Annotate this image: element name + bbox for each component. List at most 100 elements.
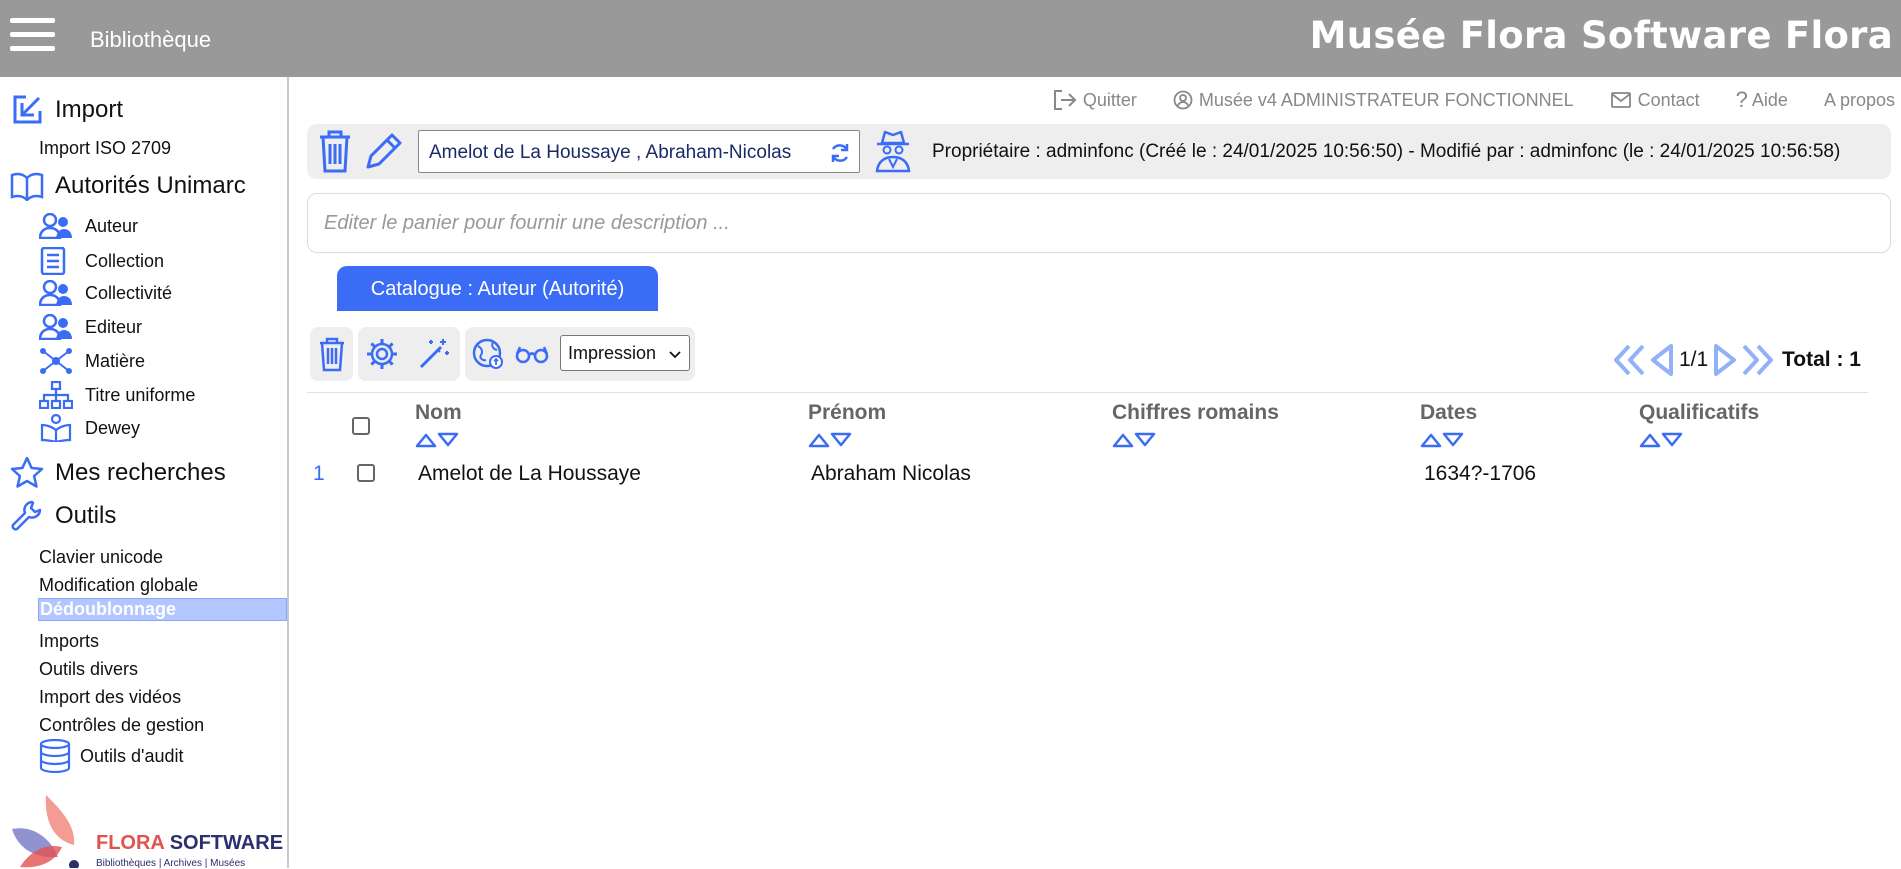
wrench-icon xyxy=(11,500,42,531)
sidebar-item-controles-gestion[interactable]: Contrôles de gestion xyxy=(39,715,204,736)
contact-link[interactable]: Contact xyxy=(1610,90,1700,111)
basket-name: Amelot de La Houssaye , Abraham-Nicolas xyxy=(429,142,792,163)
sort-asc-icon[interactable] xyxy=(415,432,437,448)
sidebar-item-outils-divers[interactable]: Outils divers xyxy=(39,659,138,680)
sidebar-item-label: Titre uniforme xyxy=(85,384,196,405)
column-header-nom[interactable]: Nom xyxy=(415,401,462,425)
column-header-chiffres[interactable]: Chiffres romains xyxy=(1112,401,1279,425)
menu-icon[interactable] xyxy=(10,18,55,54)
database-icon xyxy=(39,739,71,773)
table-divider xyxy=(307,392,1868,393)
globe-export-button[interactable] xyxy=(466,332,510,376)
user-link[interactable]: Musée v4 ADMINISTRATEUR FONCTIONNEL xyxy=(1173,90,1574,111)
column-header-qualificatifs[interactable]: Qualificatifs xyxy=(1639,401,1759,425)
settings-button[interactable] xyxy=(360,332,404,376)
sidebar-item-dedoublonnage[interactable]: Dédoublonnage xyxy=(38,598,287,621)
sort-desc-icon[interactable] xyxy=(1661,432,1683,448)
sidebar-item-imports[interactable]: Imports xyxy=(39,631,99,652)
last-page-icon[interactable] xyxy=(1738,343,1774,377)
owner-info: Propriétaire : adminfonc (Créé le : 24/0… xyxy=(932,141,1841,162)
cell-prenom: Abraham Nicolas xyxy=(811,462,971,485)
quit-label: Quitter xyxy=(1082,89,1137,110)
sidebar-section-import[interactable]: Import xyxy=(10,93,123,127)
sidebar-section-label: Mes recherches xyxy=(55,459,226,486)
toolbar-group-delete xyxy=(310,327,353,381)
sidebar-item-modification-globale[interactable]: Modification globale xyxy=(39,575,198,596)
sort-controls-prenom xyxy=(808,432,852,448)
tab-catalogue[interactable]: Catalogue : Auteur (Autorité) xyxy=(337,266,658,311)
sidebar-section-outils[interactable]: Outils xyxy=(10,499,116,533)
sort-controls-nom xyxy=(415,432,459,448)
sort-desc-icon[interactable] xyxy=(1442,432,1464,448)
sign-out-icon xyxy=(1053,90,1077,110)
user-label: Musée v4 ADMINISTRATEUR FONCTIONNEL xyxy=(1198,89,1574,110)
sort-desc-icon[interactable] xyxy=(1134,432,1156,448)
top-links: Quitter Musée v4 ADMINISTRATEUR FONCTION… xyxy=(1017,87,1895,113)
logo-tagline: Bibliothèques | Archives | Musées xyxy=(96,858,246,869)
sort-asc-icon[interactable] xyxy=(1420,432,1442,448)
description-placeholder: Editer le panier pour fournir une descri… xyxy=(324,212,730,234)
question-icon: ? xyxy=(1735,87,1748,112)
sidebar-item-import-iso[interactable]: Import ISO 2709 xyxy=(39,138,171,159)
help-link[interactable]: ? Aide xyxy=(1736,87,1788,113)
basket-select[interactable]: Amelot de La Houssaye , Abraham-Nicolas xyxy=(418,130,860,173)
sidebar-section-label: Import xyxy=(55,96,124,123)
trash-icon[interactable] xyxy=(316,128,354,174)
quit-link[interactable]: Quitter xyxy=(1053,89,1137,111)
sidebar-item-label: Editeur xyxy=(85,316,143,337)
first-page-icon[interactable] xyxy=(1613,343,1649,377)
sidebar-item-label: Collectivité xyxy=(85,282,173,303)
refresh-icon[interactable] xyxy=(829,142,851,164)
sidebar-item-clavier-unicode[interactable]: Clavier unicode xyxy=(39,547,163,568)
logo-name-a: FLORA xyxy=(96,832,165,854)
sort-asc-icon[interactable] xyxy=(808,432,830,448)
star-icon xyxy=(10,456,44,488)
page-title: Bibliothèque xyxy=(90,27,212,52)
row-checkbox[interactable] xyxy=(357,464,375,482)
magic-wand-icon xyxy=(419,339,449,369)
sidebar-item-collectivite[interactable]: Collectivité xyxy=(39,280,172,306)
select-all-checkbox[interactable] xyxy=(352,417,370,435)
sort-asc-icon[interactable] xyxy=(1112,432,1134,448)
sidebar-item-matiere[interactable]: Matière xyxy=(39,347,145,375)
prev-page-icon[interactable] xyxy=(1649,343,1675,377)
magic-wand-button[interactable] xyxy=(412,332,456,376)
globe-icon xyxy=(472,338,503,369)
logo-name-b: SOFTWARE xyxy=(164,832,284,854)
sidebar-item-label: Collection xyxy=(85,250,165,271)
print-select-value: Impression xyxy=(568,343,657,363)
next-page-icon[interactable] xyxy=(1712,343,1738,377)
print-select[interactable]: Impression xyxy=(560,335,690,371)
book-open-icon xyxy=(10,172,44,201)
sidebar-item-collection[interactable]: Collection xyxy=(39,247,164,275)
user-circle-icon xyxy=(1173,90,1193,110)
sidebar-section-label: Autorités Unimarc xyxy=(55,172,246,199)
sidebar-item-import-videos[interactable]: Import des vidéos xyxy=(39,687,181,708)
users-icon xyxy=(39,314,72,340)
sidebar-section-recherches[interactable]: Mes recherches xyxy=(10,456,226,490)
users-icon xyxy=(39,213,72,239)
delete-button[interactable] xyxy=(310,332,354,376)
sort-desc-icon[interactable] xyxy=(830,432,852,448)
glasses-button[interactable] xyxy=(510,332,554,376)
sidebar-section-autorites[interactable]: Autorités Unimarc xyxy=(10,171,246,201)
about-link[interactable]: A propos xyxy=(1824,90,1895,111)
network-icon xyxy=(40,348,72,374)
book-reader-icon xyxy=(40,414,72,442)
sidebar-item-label: Dewey xyxy=(85,417,141,438)
sidebar-item-editeur[interactable]: Editeur xyxy=(39,314,142,340)
description-field[interactable]: Editer le panier pour fournir une descri… xyxy=(307,193,1891,253)
sidebar-item-auteur[interactable]: Auteur xyxy=(39,213,138,239)
pager: 1/1 xyxy=(1613,343,1774,377)
row-number: 1 xyxy=(313,462,325,485)
sidebar-item-outils-audit[interactable]: Outils d'audit xyxy=(39,739,184,773)
sort-asc-icon[interactable] xyxy=(1639,432,1661,448)
sidebar-item-dewey[interactable]: Dewey xyxy=(39,414,140,442)
brand-title: Musée Flora Software Flora xyxy=(1309,14,1893,57)
pencil-icon[interactable] xyxy=(362,131,404,173)
envelope-icon xyxy=(1610,92,1631,108)
column-header-prenom[interactable]: Prénom xyxy=(808,401,886,425)
column-header-dates[interactable]: Dates xyxy=(1420,401,1477,425)
sidebar-item-titre-uniforme[interactable]: Titre uniforme xyxy=(39,381,195,409)
sort-desc-icon[interactable] xyxy=(437,432,459,448)
